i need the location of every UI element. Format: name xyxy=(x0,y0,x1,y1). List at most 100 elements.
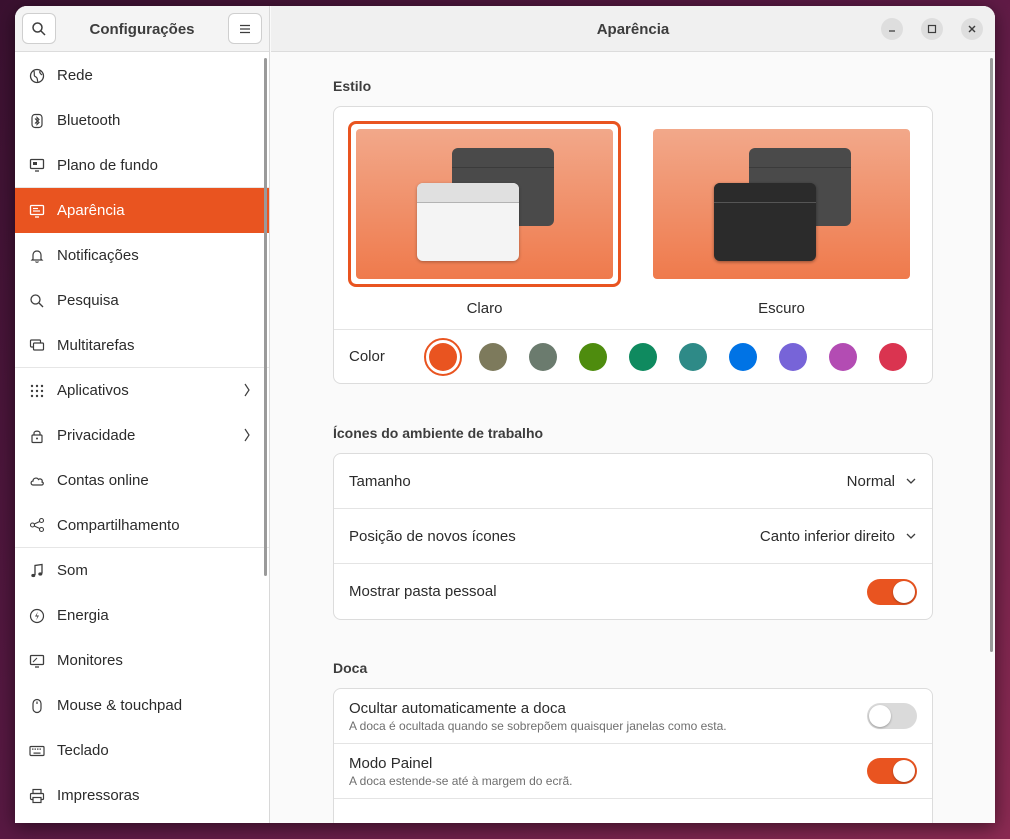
show-home-row: Mostrar pasta pessoal xyxy=(334,564,932,619)
power-icon xyxy=(29,608,45,624)
sidebar: Configurações Rede Bluetooth Plano de fu… xyxy=(15,6,270,823)
sidebar-item-pesquisa[interactable]: Pesquisa xyxy=(15,278,269,323)
sidebar-item-label: Aparência xyxy=(57,202,125,219)
sidebar-item-contas-online[interactable]: Contas online xyxy=(15,458,269,503)
section-title-desktop-icons: Ícones do ambiente de trabalho xyxy=(333,425,544,441)
dock-autohide-toggle[interactable] xyxy=(867,703,917,729)
color-swatch-prussian-green[interactable] xyxy=(679,343,707,371)
color-swatch-orange[interactable] xyxy=(429,343,457,371)
content-area: Estilo Claro Escuro Color Ícones do ambi… xyxy=(271,53,995,823)
sidebar-item-monitores[interactable]: Monitores xyxy=(15,638,269,683)
minimize-icon xyxy=(889,30,895,32)
close-button[interactable] xyxy=(961,18,983,40)
icon-position-value: Canto inferior direito xyxy=(759,527,895,545)
sidebar-title: Configurações xyxy=(89,20,195,38)
sidebar-item-label: Bluetooth xyxy=(57,112,121,129)
maximize-icon xyxy=(927,24,937,34)
sidebar-item-mouse-touchpad[interactable]: Mouse & touchpad xyxy=(15,683,269,728)
color-swatch-red[interactable] xyxy=(879,343,907,371)
color-swatch-bark[interactable] xyxy=(479,343,507,371)
show-home-label: Mostrar pasta pessoal xyxy=(349,583,497,600)
sidebar-item-privacidade[interactable]: Privacidade xyxy=(15,413,269,458)
icon-position-row[interactable]: Posição de novos ícones Canto inferior d… xyxy=(334,509,932,564)
color-swatch-olive[interactable] xyxy=(579,343,607,371)
icon-size-dropdown[interactable]: Normal xyxy=(847,473,917,490)
dock-partial-row xyxy=(334,799,932,823)
sidebar-scrollbar[interactable] xyxy=(264,58,267,576)
maximize-button[interactable] xyxy=(921,18,943,40)
icon-size-row[interactable]: Tamanho Normal xyxy=(334,454,932,509)
theme-dark-preview[interactable] xyxy=(653,129,910,279)
color-label: Color xyxy=(349,348,385,365)
cloud-icon xyxy=(29,473,45,489)
sidebar-item-aplicativos[interactable]: Aplicativos xyxy=(15,368,269,413)
sidebar-item-plano-de-fundo[interactable]: Plano de fundo xyxy=(15,143,269,188)
sidebar-header: Configurações xyxy=(15,6,269,52)
chevron-down-icon xyxy=(906,533,916,539)
icon-size-value: Normal xyxy=(846,472,895,490)
color-swatch-magenta[interactable] xyxy=(829,343,857,371)
sidebar-list: Rede Bluetooth Plano de fundo Aparência … xyxy=(15,53,269,823)
theme-light-preview[interactable] xyxy=(356,129,613,279)
dock-panel-mode-description: A doca estende-se até à margem do ecrã. xyxy=(349,773,573,788)
sidebar-item-label: Monitores xyxy=(57,652,123,669)
sidebar-item-label: Energia xyxy=(57,607,109,624)
sidebar-item-aparencia[interactable]: Aparência xyxy=(15,188,269,233)
sidebar-item-bluetooth[interactable]: Bluetooth xyxy=(15,98,269,143)
color-swatch-sage[interactable] xyxy=(529,343,557,371)
sidebar-item-teclado[interactable]: Teclado xyxy=(15,728,269,773)
sidebar-item-notificacoes[interactable]: Notificações xyxy=(15,233,269,278)
apps-grid-icon xyxy=(29,383,45,399)
dock-panel-mode-label: Modo Painel xyxy=(349,754,433,772)
search-button[interactable] xyxy=(22,13,56,44)
color-row: Color xyxy=(334,329,932,383)
sidebar-item-label: Impressoras xyxy=(57,787,140,804)
sidebar-item-impressoras[interactable]: Impressoras xyxy=(15,773,269,818)
settings-window: Configurações Rede Bluetooth Plano de fu… xyxy=(15,6,995,823)
dock-autohide-label: Ocultar automaticamente a doca xyxy=(349,699,566,717)
sidebar-item-label: Teclado xyxy=(57,742,109,759)
theme-light-label: Claro xyxy=(466,300,503,317)
multitask-icon xyxy=(29,337,45,353)
style-card: Claro Escuro Color xyxy=(333,106,933,384)
icon-size-label: Tamanho xyxy=(349,472,411,490)
appearance-icon xyxy=(29,203,45,219)
front-window-preview xyxy=(417,183,519,261)
color-swatch-viridian[interactable] xyxy=(629,343,657,371)
sidebar-item-som[interactable]: Som xyxy=(15,548,269,593)
sidebar-item-compartilhamento[interactable]: Compartilhamento xyxy=(15,503,269,548)
icon-position-label: Posição de novos ícones xyxy=(349,527,516,545)
search-icon xyxy=(32,21,46,36)
sidebar-item-rede[interactable]: Rede xyxy=(15,53,269,98)
close-icon xyxy=(968,25,976,33)
menu-button[interactable] xyxy=(228,13,262,44)
desktop-icons-card: Tamanho Normal Posição de novos ícones C… xyxy=(333,453,933,620)
section-title-estilo: Estilo xyxy=(333,78,372,94)
sidebar-item-label: Mouse & touchpad xyxy=(57,697,183,714)
sidebar-item-energia[interactable]: Energia xyxy=(15,593,269,638)
chevron-right-icon xyxy=(244,383,250,397)
main-scrollbar[interactable] xyxy=(990,58,993,652)
sidebar-item-multitarefas[interactable]: Multitarefas xyxy=(15,323,269,368)
mouse-icon xyxy=(29,698,45,714)
bluetooth-icon xyxy=(29,113,45,129)
theme-dark-label: Escuro xyxy=(758,300,805,317)
dock-card: Ocultar automaticamente a doca A doca é … xyxy=(333,688,933,823)
show-home-toggle[interactable] xyxy=(867,578,917,605)
color-swatch-blue[interactable] xyxy=(729,343,757,371)
printer-icon xyxy=(29,788,45,804)
sidebar-item-label: Aplicativos xyxy=(57,382,129,399)
icon-position-dropdown[interactable]: Canto inferior direito xyxy=(760,528,917,545)
share-icon xyxy=(29,517,45,533)
section-title-doca: Doca xyxy=(333,660,368,676)
dock-autohide-description: A doca é ocultada quando se sobrepõem qu… xyxy=(349,718,727,733)
dock-panel-mode-row: Modo Painel A doca estende-se até à marg… xyxy=(334,744,932,799)
bell-icon xyxy=(29,248,45,264)
dock-panel-mode-toggle[interactable] xyxy=(867,758,917,784)
color-swatch-purple[interactable] xyxy=(779,343,807,371)
chevron-down-icon xyxy=(906,478,916,484)
sidebar-item-label: Notificações xyxy=(57,247,139,264)
dock-autohide-row: Ocultar automaticamente a doca A doca é … xyxy=(334,689,932,744)
sidebar-item-label: Rede xyxy=(57,67,93,84)
minimize-button[interactable] xyxy=(881,18,903,40)
